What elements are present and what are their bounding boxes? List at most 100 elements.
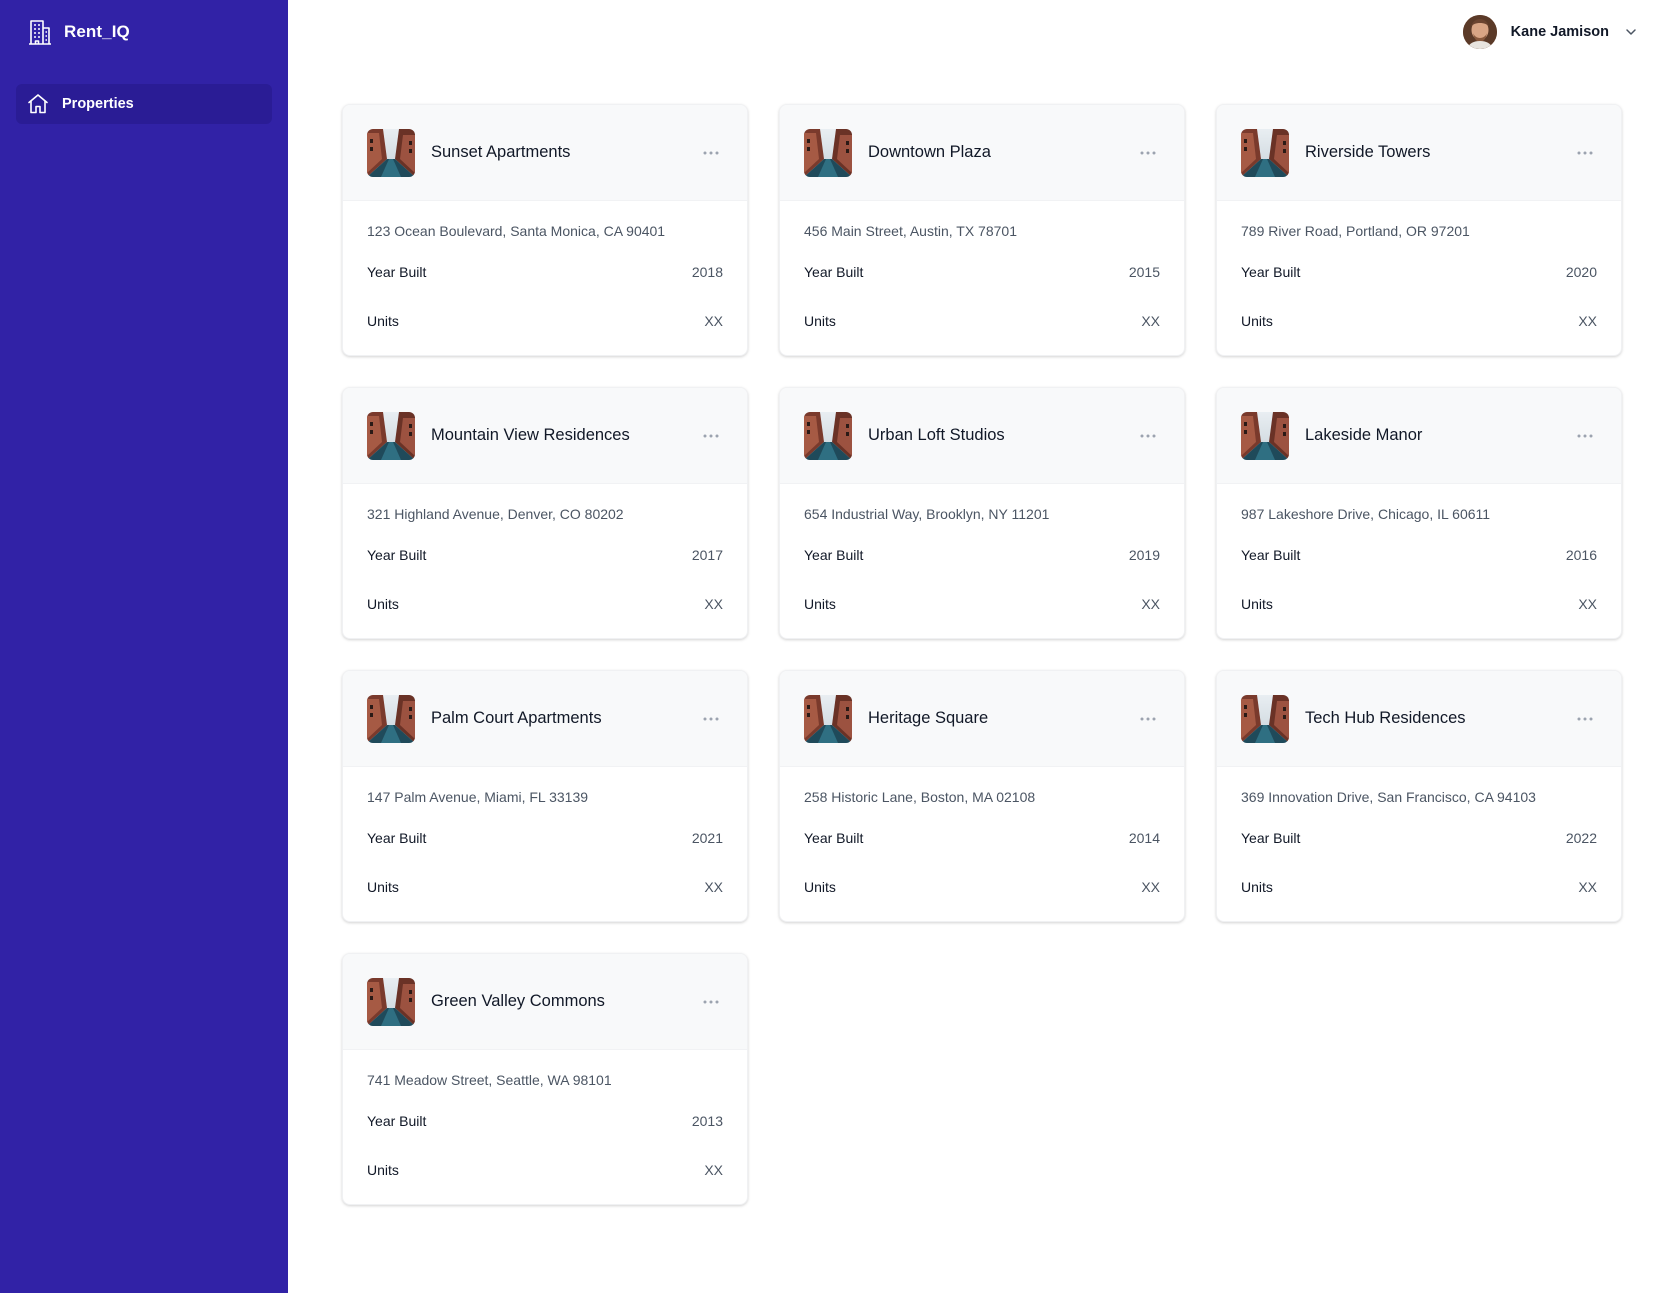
property-thumbnail [367, 128, 415, 177]
property-card-body: 258 Historic Lane, Boston, MA 02108 Year… [780, 767, 1184, 911]
units-row: Units XX [804, 579, 1160, 628]
property-card-body: 654 Industrial Way, Brooklyn, NY 11201 Y… [780, 484, 1184, 628]
year-built-value: 2016 [1565, 546, 1597, 563]
sidebar-item-properties[interactable]: Properties [16, 84, 272, 124]
units-value: XX [704, 595, 723, 612]
property-card[interactable]: Palm Court Apartments 147 Palm Avenue, M… [342, 670, 748, 922]
more-options-icon[interactable] [699, 424, 723, 448]
property-card-body: 456 Main Street, Austin, TX 78701 Year B… [780, 201, 1184, 345]
units-value: XX [1578, 595, 1597, 612]
year-built-label: Year Built [804, 829, 864, 846]
property-card[interactable]: Sunset Apartments 123 Ocean Boulevard, S… [342, 104, 748, 356]
property-card-body: 789 River Road, Portland, OR 97201 Year … [1217, 201, 1621, 345]
units-row: Units XX [1241, 579, 1597, 628]
property-card-header: Green Valley Commons [343, 954, 747, 1050]
property-name[interactable]: Sunset Apartments [431, 143, 683, 162]
year-built-row: Year Built 2015 [804, 247, 1160, 296]
units-value: XX [1141, 312, 1160, 329]
units-row: Units XX [804, 862, 1160, 911]
more-options-icon[interactable] [1573, 424, 1597, 448]
year-built-label: Year Built [367, 829, 427, 846]
units-label: Units [367, 878, 399, 895]
units-value: XX [1578, 312, 1597, 329]
property-thumbnail [367, 411, 415, 460]
user-menu[interactable]: Kane Jamison [1462, 15, 1639, 49]
more-options-icon[interactable] [699, 990, 723, 1014]
app-root: Rent_IQ Properties Kane Jamison Sunset A… [0, 0, 1675, 1293]
year-built-value: 2022 [1565, 829, 1597, 846]
year-built-row: Year Built 2018 [367, 247, 723, 296]
property-card-body: 321 Highland Avenue, Denver, CO 80202 Ye… [343, 484, 747, 628]
property-address: 258 Historic Lane, Boston, MA 02108 [804, 789, 1036, 805]
year-built-label: Year Built [804, 263, 864, 280]
more-options-icon[interactable] [699, 141, 723, 165]
property-card[interactable]: Mountain View Residences 321 Highland Av… [342, 387, 748, 639]
sidebar-item-label: Properties [62, 96, 134, 112]
units-value: XX [704, 878, 723, 895]
year-built-value: 2021 [691, 829, 723, 846]
property-name[interactable]: Urban Loft Studios [868, 426, 1120, 445]
property-name[interactable]: Riverside Towers [1305, 143, 1557, 162]
year-built-label: Year Built [1241, 829, 1301, 846]
property-thumbnail [367, 977, 415, 1026]
units-row: Units XX [1241, 862, 1597, 911]
topbar: Kane Jamison [288, 0, 1675, 64]
year-built-row: Year Built 2016 [1241, 530, 1597, 579]
more-options-icon[interactable] [1573, 141, 1597, 165]
more-options-icon[interactable] [1573, 707, 1597, 731]
units-label: Units [804, 312, 836, 329]
property-thumbnail [1241, 128, 1289, 177]
main-content: Kane Jamison Sunset Apartments 123 Ocean… [288, 0, 1675, 1293]
units-label: Units [804, 878, 836, 895]
units-label: Units [1241, 595, 1273, 612]
more-options-icon[interactable] [1136, 424, 1160, 448]
units-row: Units XX [367, 862, 723, 911]
property-name[interactable]: Heritage Square [868, 709, 1120, 728]
property-card-header: Urban Loft Studios [780, 388, 1184, 484]
property-card-body: 123 Ocean Boulevard, Santa Monica, CA 90… [343, 201, 747, 345]
property-thumbnail [804, 411, 852, 460]
year-built-value: 2017 [691, 546, 723, 563]
property-card[interactable]: Urban Loft Studios 654 Industrial Way, B… [779, 387, 1185, 639]
property-card[interactable]: Green Valley Commons 741 Meadow Street, … [342, 953, 748, 1205]
year-built-value: 2019 [1128, 546, 1160, 563]
year-built-row: Year Built 2022 [1241, 813, 1597, 862]
property-address: 123 Ocean Boulevard, Santa Monica, CA 90… [367, 223, 666, 239]
units-row: Units XX [367, 579, 723, 628]
property-address: 654 Industrial Way, Brooklyn, NY 11201 [804, 506, 1050, 522]
property-card[interactable]: Heritage Square 258 Historic Lane, Bosto… [779, 670, 1185, 922]
units-row: Units XX [1241, 296, 1597, 345]
building-icon [26, 18, 54, 46]
units-value: XX [1578, 878, 1597, 895]
more-options-icon[interactable] [1136, 707, 1160, 731]
property-card-body: 147 Palm Avenue, Miami, FL 33139 Year Bu… [343, 767, 747, 911]
property-thumbnail [804, 128, 852, 177]
property-name[interactable]: Downtown Plaza [868, 143, 1120, 162]
property-card-header: Downtown Plaza [780, 105, 1184, 201]
year-built-value: 2013 [691, 1112, 723, 1129]
property-name[interactable]: Palm Court Apartments [431, 709, 683, 728]
property-card[interactable]: Tech Hub Residences 369 Innovation Drive… [1216, 670, 1622, 922]
property-address: 987 Lakeshore Drive, Chicago, IL 60611 [1241, 506, 1491, 522]
property-name[interactable]: Lakeside Manor [1305, 426, 1557, 445]
property-name[interactable]: Green Valley Commons [431, 992, 683, 1011]
brand[interactable]: Rent_IQ [16, 0, 272, 64]
property-address: 369 Innovation Drive, San Francisco, CA … [1241, 789, 1536, 805]
more-options-icon[interactable] [1136, 141, 1160, 165]
year-built-value: 2020 [1565, 263, 1597, 280]
units-value: XX [1141, 595, 1160, 612]
property-thumbnail [1241, 411, 1289, 460]
units-value: XX [704, 312, 723, 329]
property-card-header: Palm Court Apartments [343, 671, 747, 767]
property-card[interactable]: Lakeside Manor 987 Lakeshore Drive, Chic… [1216, 387, 1622, 639]
more-options-icon[interactable] [699, 707, 723, 731]
property-address: 789 River Road, Portland, OR 97201 [1241, 223, 1470, 239]
property-name[interactable]: Tech Hub Residences [1305, 709, 1557, 728]
year-built-row: Year Built 2017 [367, 530, 723, 579]
property-card[interactable]: Riverside Towers 789 River Road, Portlan… [1216, 104, 1622, 356]
property-name[interactable]: Mountain View Residences [431, 426, 683, 445]
units-value: XX [704, 1161, 723, 1178]
property-card[interactable]: Downtown Plaza 456 Main Street, Austin, … [779, 104, 1185, 356]
units-label: Units [367, 312, 399, 329]
year-built-value: 2014 [1128, 829, 1160, 846]
